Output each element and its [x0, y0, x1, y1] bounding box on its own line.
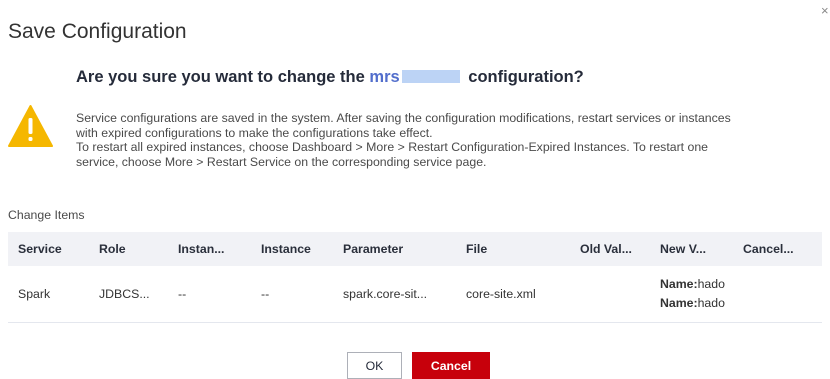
table-row: Spark JDBCS... -- -- spark.core-sit... c…	[8, 266, 822, 323]
redacted-block	[401, 70, 460, 83]
column-header-role[interactable]: Role	[89, 242, 168, 256]
cell-parameter: spark.core-sit...	[343, 287, 428, 301]
cell-role: JDBCS...	[99, 287, 150, 301]
description-line: Service configurations are saved in the …	[76, 111, 731, 125]
dialog-title: Save Configuration	[8, 20, 187, 43]
column-header-instance-group[interactable]: Instan...	[168, 242, 251, 256]
change-items-table: Service Role Instan... Instance Paramete…	[8, 232, 822, 323]
description-line: with expired configurations to make the …	[76, 125, 433, 140]
new-value-key: Name:	[660, 296, 698, 310]
new-value-text: hado	[697, 296, 725, 310]
change-items-label: Change Items	[8, 208, 85, 222]
column-header-service[interactable]: Service	[8, 242, 89, 256]
question-prefix: Are you sure you want to change the	[76, 68, 365, 86]
warning-triangle-icon	[8, 105, 53, 147]
new-value-text: hado	[697, 277, 725, 291]
description-line: To restart all expired instances, choose…	[76, 140, 709, 154]
service-name-link[interactable]: mrs	[369, 68, 399, 86]
ok-button[interactable]: OK	[347, 352, 402, 379]
cell-new-value: Name:hado Name:hado	[650, 275, 733, 313]
question-suffix: configuration?	[468, 68, 584, 86]
new-value-key: Name:	[660, 277, 698, 291]
new-value-line: Name:hado	[660, 275, 733, 294]
confirm-question: Are you sure you want to change the mrs …	[76, 68, 584, 87]
cell-instance: --	[261, 287, 270, 301]
column-header-cancel[interactable]: Cancel...	[733, 242, 822, 256]
column-header-parameter[interactable]: Parameter	[333, 242, 456, 256]
cell-file: core-site.xml	[466, 287, 536, 301]
cell-instance-group: --	[178, 287, 187, 301]
save-configuration-dialog: Save Configuration × Are you sure you wa…	[0, 0, 830, 379]
column-header-old-value[interactable]: Old Val...	[570, 242, 650, 256]
new-value-line: Name:hado	[660, 294, 733, 313]
column-header-instance[interactable]: Instance	[251, 242, 333, 256]
description-line: service, choose More > Restart Service o…	[76, 154, 487, 169]
column-header-file[interactable]: File	[456, 242, 570, 256]
close-icon[interactable]: ×	[821, 4, 829, 17]
cell-service: Spark	[18, 287, 51, 301]
column-header-new-value[interactable]: New V...	[650, 242, 733, 256]
description-text: Service configurations are saved in the …	[76, 111, 821, 169]
table-header: Service Role Instan... Instance Paramete…	[8, 232, 822, 266]
cancel-button[interactable]: Cancel	[412, 352, 490, 379]
